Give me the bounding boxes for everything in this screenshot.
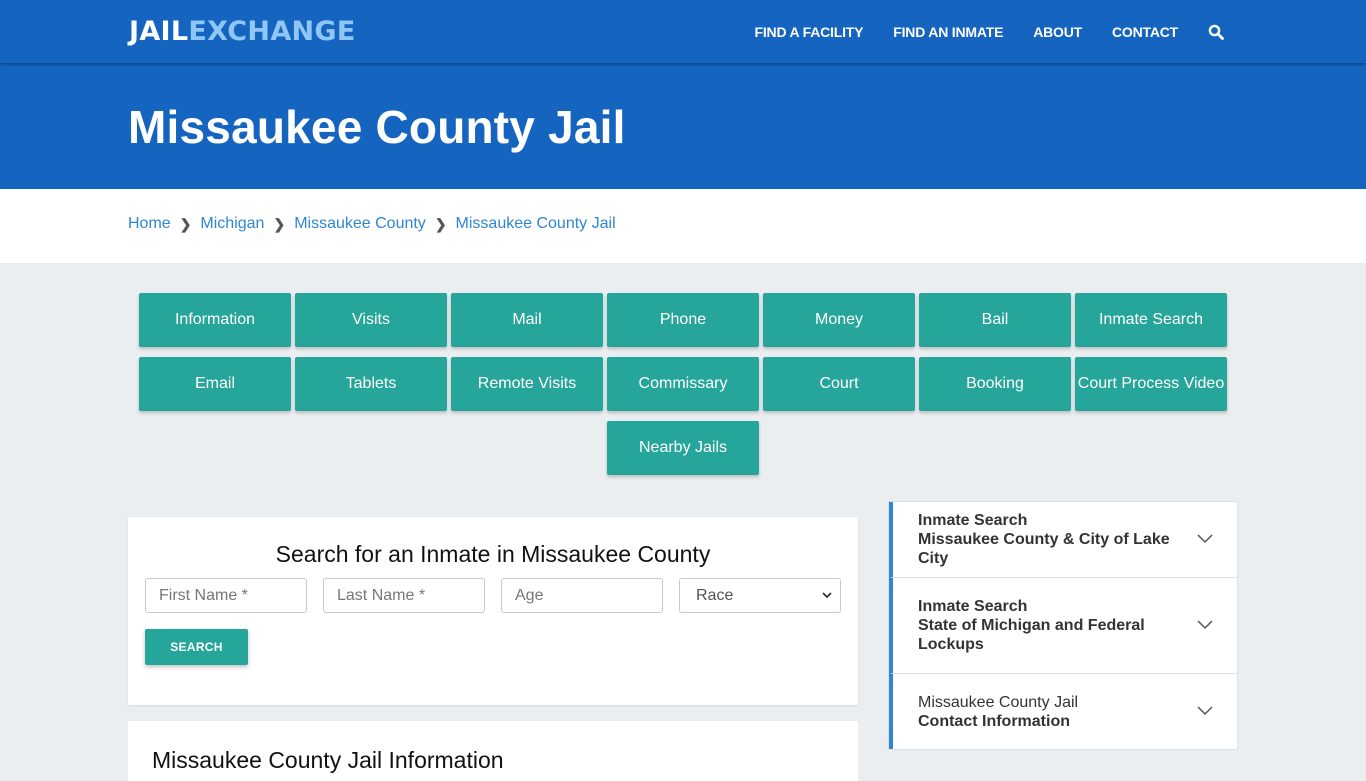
- nav-find-a-facility[interactable]: FIND A FACILITY: [755, 24, 864, 40]
- tile-email[interactable]: Email: [139, 357, 291, 411]
- chevron-down-icon: [1197, 619, 1213, 629]
- tile-money[interactable]: Money: [763, 293, 915, 347]
- accordion-item-county-inmate-search[interactable]: Inmate Search Missaukee County & City of…: [889, 502, 1237, 578]
- tile-phone[interactable]: Phone: [607, 293, 759, 347]
- accordion-item-sublabel: Missaukee County & City of Lake City: [918, 531, 1170, 567]
- accordion-item-contact-information[interactable]: Missaukee County Jail Contact Informatio…: [889, 674, 1237, 749]
- tile-bail[interactable]: Bail: [919, 293, 1071, 347]
- breadcrumb: Home ❯ Michigan ❯ Missaukee County ❯ Mis…: [0, 189, 1366, 263]
- chevron-down-icon: [1197, 705, 1213, 715]
- tile-visits[interactable]: Visits: [295, 293, 447, 347]
- breadcrumb-home[interactable]: Home: [128, 215, 171, 233]
- accordion-item-sublabel: State of Michigan and Federal Lockups: [918, 617, 1145, 653]
- nav-contact[interactable]: CONTACT: [1112, 24, 1178, 40]
- search-button[interactable]: SEARCH: [145, 629, 248, 665]
- accordion-item-label: Inmate Search: [918, 598, 1028, 615]
- nav-about[interactable]: ABOUT: [1033, 24, 1082, 40]
- breadcrumb-missaukee-county-jail[interactable]: Missaukee County Jail: [456, 215, 616, 233]
- tile-tablets[interactable]: Tablets: [295, 357, 447, 411]
- site-logo[interactable]: JAILEXCHANGE: [129, 16, 356, 47]
- race-select[interactable]: Race: [679, 578, 841, 613]
- logo-jail-text: JAIL: [129, 16, 189, 47]
- accordion-item-state-inmate-search[interactable]: Inmate Search State of Michigan and Fede…: [889, 578, 1237, 674]
- tile-mail[interactable]: Mail: [451, 293, 603, 347]
- last-name-input[interactable]: Last Name *: [323, 578, 485, 613]
- search-icon[interactable]: [1208, 24, 1224, 40]
- inmate-search-card: Search for an Inmate in Missaukee County…: [128, 517, 858, 705]
- accordion-item-label: Inmate Search: [918, 512, 1028, 529]
- tile-court-process-video[interactable]: Court Process Video: [1075, 357, 1227, 411]
- top-navbar: JAILEXCHANGE FIND A FACILITY FIND AN INM…: [0, 0, 1366, 64]
- tile-court[interactable]: Court: [763, 357, 915, 411]
- race-select-value: Race: [696, 586, 734, 604]
- chevron-right-icon: ❯: [434, 215, 447, 232]
- main-nav: FIND A FACILITY FIND AN INMATE ABOUT CON…: [725, 0, 1224, 64]
- chevron-right-icon: ❯: [179, 215, 192, 232]
- jail-information-card: Missaukee County Jail Information: [128, 721, 858, 781]
- nav-find-an-inmate[interactable]: FIND AN INMATE: [893, 24, 1003, 40]
- tile-booking[interactable]: Booking: [919, 357, 1071, 411]
- accordion-item-label: Missaukee County Jail: [918, 693, 1079, 711]
- first-name-input[interactable]: First Name *: [145, 578, 307, 613]
- breadcrumb-missaukee-county[interactable]: Missaukee County: [294, 215, 426, 233]
- tile-inmate-search[interactable]: Inmate Search: [1075, 293, 1227, 347]
- sidebar-accordion: Inmate Search Missaukee County & City of…: [888, 501, 1238, 750]
- page-title: Missaukee County Jail: [128, 101, 626, 153]
- chevron-down-icon: [822, 590, 832, 602]
- logo-exchange-text: EXCHANGE: [188, 16, 356, 47]
- breadcrumb-michigan[interactable]: Michigan: [200, 215, 264, 233]
- info-section-title: Missaukee County Jail Information: [152, 747, 504, 773]
- age-input[interactable]: Age: [501, 578, 663, 613]
- tile-commissary[interactable]: Commissary: [607, 357, 759, 411]
- tile-nearby-jails[interactable]: Nearby Jails: [607, 421, 759, 475]
- tile-information[interactable]: Information: [139, 293, 291, 347]
- tile-remote-visits[interactable]: Remote Visits: [451, 357, 603, 411]
- hero-banner: Missaukee County Jail: [0, 64, 1366, 189]
- search-card-title: Search for an Inmate in Missaukee County: [275, 541, 711, 567]
- chevron-right-icon: ❯: [273, 215, 286, 232]
- chevron-down-icon: [1197, 533, 1213, 543]
- accordion-item-sublabel: Contact Information: [918, 712, 1070, 730]
